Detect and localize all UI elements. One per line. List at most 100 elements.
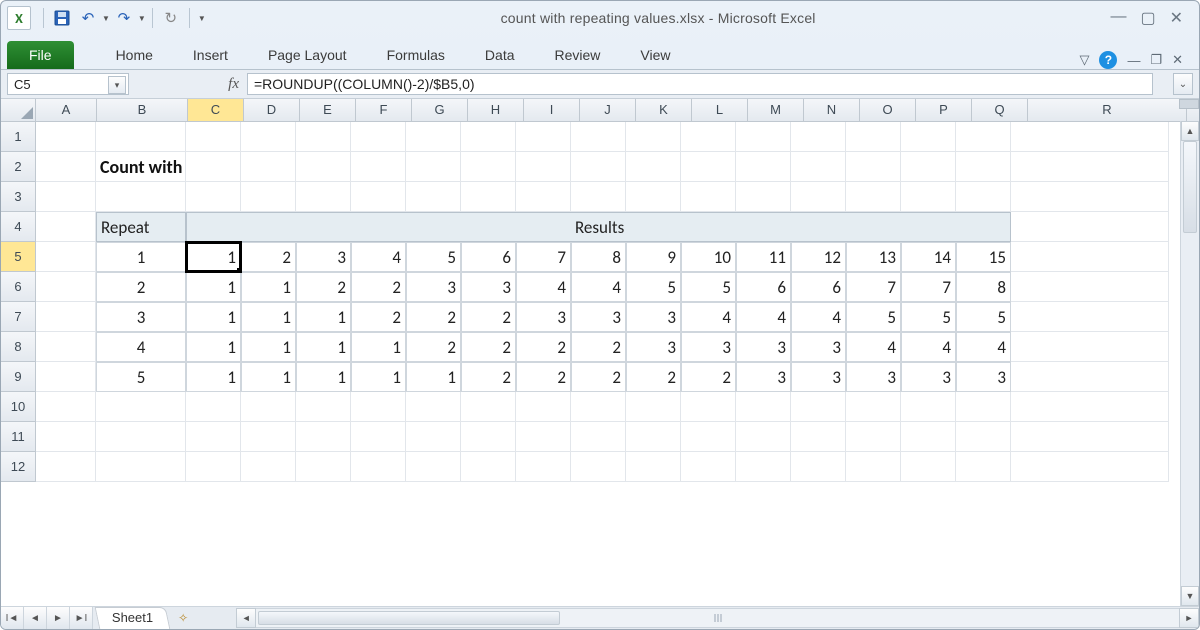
cell-J9[interactable]: 2 [571, 362, 626, 392]
cell-N5[interactable]: 12 [791, 242, 846, 272]
formula-input[interactable]: =ROUNDUP((COLUMN()-2)/$B5,0) [247, 73, 1153, 95]
cell-O1[interactable] [846, 122, 901, 152]
sheet-nav-next[interactable]: ► [47, 607, 70, 629]
cell-R2[interactable] [1011, 152, 1169, 182]
cell-M12[interactable] [736, 452, 791, 482]
cell-N10[interactable] [791, 392, 846, 422]
cell-M6[interactable]: 6 [736, 272, 791, 302]
column-header-G[interactable]: G [412, 99, 468, 121]
cell-E4[interactable] [296, 212, 351, 242]
cell-F10[interactable] [351, 392, 406, 422]
cell-F2[interactable] [351, 152, 406, 182]
name-box-dropdown[interactable]: ▾ [108, 76, 126, 94]
row-header-4[interactable]: 4 [1, 212, 36, 242]
column-header-F[interactable]: F [356, 99, 412, 121]
cell-R10[interactable] [1011, 392, 1169, 422]
cell-H11[interactable] [461, 422, 516, 452]
cell-O12[interactable] [846, 452, 901, 482]
cell-I8[interactable]: 2 [516, 332, 571, 362]
cell-K4[interactable] [626, 212, 681, 242]
cell-B6[interactable]: 2 [96, 272, 186, 302]
cell-G10[interactable] [406, 392, 461, 422]
row-header-11[interactable]: 11 [1, 422, 36, 452]
cell-H6[interactable]: 3 [461, 272, 516, 302]
cell-J10[interactable] [571, 392, 626, 422]
cell-Q2[interactable] [956, 152, 1011, 182]
cell-I1[interactable] [516, 122, 571, 152]
tab-file[interactable]: File [7, 41, 74, 69]
cell-J8[interactable]: 2 [571, 332, 626, 362]
cell-O2[interactable] [846, 152, 901, 182]
cell-R6[interactable] [1011, 272, 1169, 302]
cell-F7[interactable]: 2 [351, 302, 406, 332]
help-button[interactable]: ? [1099, 51, 1117, 69]
cell-A2[interactable] [36, 152, 96, 182]
cell-B5[interactable]: 1 [96, 242, 186, 272]
select-all-corner[interactable] [1, 99, 36, 121]
column-header-M[interactable]: M [748, 99, 804, 121]
cell-G7[interactable]: 2 [406, 302, 461, 332]
cell-I11[interactable] [516, 422, 571, 452]
cell-J1[interactable] [571, 122, 626, 152]
column-header-R[interactable]: R [1028, 99, 1187, 121]
column-header-O[interactable]: O [860, 99, 916, 121]
cell-I10[interactable] [516, 392, 571, 422]
cell-L4[interactable] [681, 212, 736, 242]
cell-D8[interactable]: 1 [241, 332, 296, 362]
cell-O3[interactable] [846, 182, 901, 212]
cell-L11[interactable] [681, 422, 736, 452]
cell-K7[interactable]: 3 [626, 302, 681, 332]
cell-M5[interactable]: 11 [736, 242, 791, 272]
cell-J6[interactable]: 4 [571, 272, 626, 302]
cell-F11[interactable] [351, 422, 406, 452]
column-header-B[interactable]: B [97, 99, 188, 121]
cell-I5[interactable]: 7 [516, 242, 571, 272]
column-header-J[interactable]: J [580, 99, 636, 121]
cell-C6[interactable]: 1 [186, 272, 241, 302]
cell-L12[interactable] [681, 452, 736, 482]
cell-M1[interactable] [736, 122, 791, 152]
column-header-D[interactable]: D [244, 99, 300, 121]
cell-Q10[interactable] [956, 392, 1011, 422]
cell-O4[interactable] [846, 212, 901, 242]
cell-G5[interactable]: 5 [406, 242, 461, 272]
cell-G12[interactable] [406, 452, 461, 482]
sheet-nav-first[interactable]: I◄ [1, 607, 24, 629]
tab-home[interactable]: Home [96, 41, 173, 69]
cell-A8[interactable] [36, 332, 96, 362]
cell-H12[interactable] [461, 452, 516, 482]
cell-D9[interactable]: 1 [241, 362, 296, 392]
row-header-2[interactable]: 2 [1, 152, 36, 182]
cell-E9[interactable]: 1 [296, 362, 351, 392]
cell-J3[interactable] [571, 182, 626, 212]
cell-P12[interactable] [901, 452, 956, 482]
scroll-left-button[interactable]: ◄ [236, 608, 256, 628]
hscroll-track[interactable] [256, 608, 1179, 628]
cell-C5[interactable]: 1 [186, 242, 241, 272]
vscroll-thumb[interactable] [1183, 141, 1197, 233]
cell-I12[interactable] [516, 452, 571, 482]
row-header-6[interactable]: 6 [1, 272, 36, 302]
cell-D7[interactable]: 1 [241, 302, 296, 332]
row-header-1[interactable]: 1 [1, 122, 36, 152]
cell-P11[interactable] [901, 422, 956, 452]
cell-H10[interactable] [461, 392, 516, 422]
cell-K5[interactable]: 9 [626, 242, 681, 272]
cell-G3[interactable] [406, 182, 461, 212]
cell-J11[interactable] [571, 422, 626, 452]
column-header-I[interactable]: I [524, 99, 580, 121]
cell-N4[interactable] [791, 212, 846, 242]
cell-N3[interactable] [791, 182, 846, 212]
cell-R9[interactable] [1011, 362, 1169, 392]
vertical-split-handle[interactable] [1179, 99, 1199, 109]
cell-C1[interactable] [186, 122, 241, 152]
cell-A10[interactable] [36, 392, 96, 422]
cell-O8[interactable]: 4 [846, 332, 901, 362]
cell-H2[interactable] [461, 152, 516, 182]
cell-B10[interactable] [96, 392, 186, 422]
cell-A1[interactable] [36, 122, 96, 152]
cell-C9[interactable]: 1 [186, 362, 241, 392]
cell-P10[interactable] [901, 392, 956, 422]
minimize-button[interactable]: ― [1110, 8, 1126, 28]
row-header-8[interactable]: 8 [1, 332, 36, 362]
